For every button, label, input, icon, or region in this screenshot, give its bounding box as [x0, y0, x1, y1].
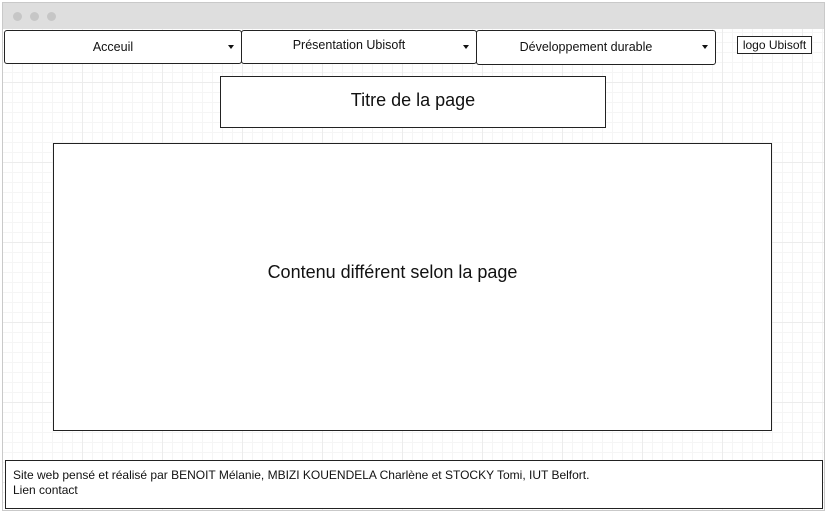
browser-window: Acceuil Présentation Ubisoft Développeme…	[2, 2, 825, 511]
nav-dropdown-label: Acceuil	[92, 40, 134, 54]
nav-dropdown-label: Présentation Ubisoft	[292, 38, 406, 52]
minimize-window-dot[interactable]	[30, 12, 39, 21]
page-footer: Site web pensé et réalisé par BENOIT Mél…	[5, 460, 823, 509]
nav-dropdown-label: Développement durable	[519, 40, 653, 54]
contact-link[interactable]: Lien contact	[13, 483, 822, 498]
content-placeholder-text: Contenu différent selon la page	[267, 262, 518, 282]
caret-down-icon	[463, 45, 469, 49]
caret-down-icon	[702, 45, 708, 49]
nav-dropdown-acceuil[interactable]: Acceuil	[4, 30, 242, 64]
footer-credits: Site web pensé et réalisé par BENOIT Mél…	[13, 468, 590, 482]
maximize-window-dot[interactable]	[47, 12, 56, 21]
ubisoft-logo-placeholder[interactable]: logo Ubisoft	[737, 36, 812, 54]
window-titlebar	[3, 3, 824, 29]
close-window-dot[interactable]	[13, 12, 22, 21]
nav-dropdown-presentation-ubisoft[interactable]: Présentation Ubisoft	[241, 30, 477, 64]
main-content-area: Contenu différent selon la page	[53, 143, 772, 431]
caret-down-icon	[228, 45, 234, 49]
nav-dropdown-developpement-durable[interactable]: Développement durable	[476, 30, 716, 65]
page-title: Titre de la page	[220, 76, 606, 128]
